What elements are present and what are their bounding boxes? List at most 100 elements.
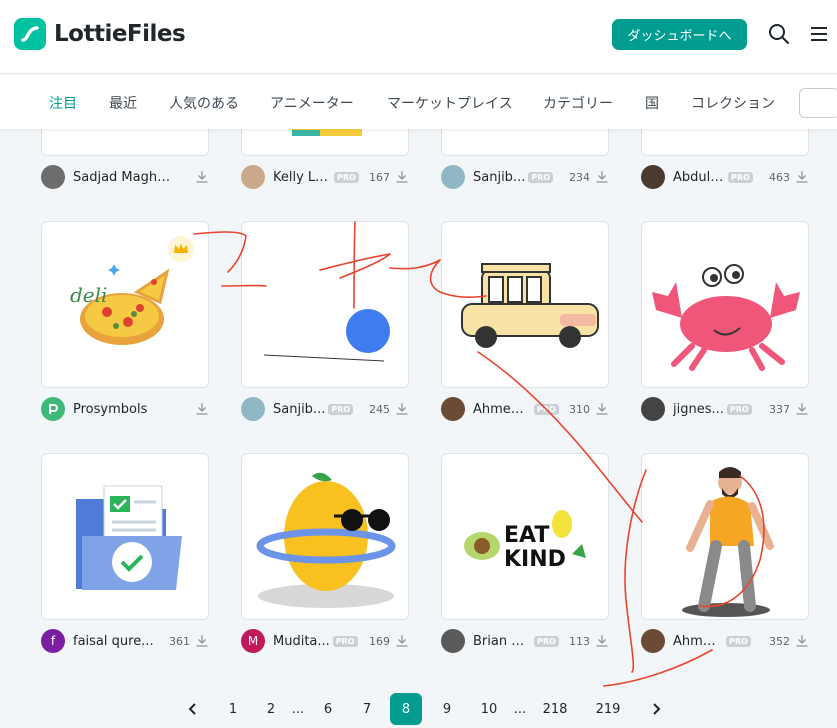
download-icon[interactable] <box>795 402 809 416</box>
download-count: 113 <box>569 634 590 648</box>
pro-badge: PRO <box>528 171 554 183</box>
avatar[interactable] <box>441 629 465 653</box>
tab-search-field[interactable] <box>799 88 837 118</box>
author-name[interactable]: Prosymbols <box>73 402 147 417</box>
page-link[interactable]: 219 <box>592 693 624 725</box>
tab-animators[interactable]: アニメーター <box>270 93 354 113</box>
card-meta: Kelly Lo... PRO 167 <box>241 164 409 190</box>
avatar[interactable] <box>641 397 665 421</box>
avatar[interactable] <box>641 629 665 653</box>
card-meta: Sadjad Maghs... <box>41 164 209 190</box>
animation-card[interactable] <box>441 221 609 388</box>
avatar[interactable] <box>41 397 65 421</box>
avatar[interactable] <box>641 165 665 189</box>
crab-illustration <box>652 264 800 371</box>
author-name[interactable]: Brian K... <box>473 634 531 649</box>
download-icon[interactable] <box>595 402 609 416</box>
lottiefiles-logo[interactable]: LottieFiles <box>14 18 186 50</box>
tab-countries[interactable]: 国 <box>645 93 659 113</box>
eat-kind-illustration: EAT KIND <box>464 510 586 572</box>
download-icon[interactable] <box>395 402 409 416</box>
download-icon[interactable] <box>395 170 409 184</box>
pro-badge: PRO <box>726 635 751 647</box>
download-count: 463 <box>769 170 790 184</box>
hamburger-menu-icon[interactable] <box>807 22 831 46</box>
tab-popular[interactable]: 人気のある <box>169 93 239 113</box>
download-count: 352 <box>769 634 790 648</box>
author-name[interactable]: Abdul ... <box>673 170 725 185</box>
download-icon[interactable] <box>595 634 609 648</box>
download-icon[interactable] <box>195 402 209 416</box>
avatar[interactable] <box>441 397 465 421</box>
previous-page-icon[interactable] <box>177 693 209 725</box>
download-count: 245 <box>369 402 390 416</box>
tab-categories[interactable]: カテゴリー <box>543 93 613 113</box>
pro-badge: PRO <box>534 635 559 647</box>
author-name[interactable]: Sanjib... <box>473 170 525 185</box>
page-link[interactable]: 7 <box>351 693 383 725</box>
avatar[interactable] <box>241 165 265 189</box>
logo-text: LottieFiles <box>54 21 186 47</box>
page-link[interactable]: 10 <box>473 693 505 725</box>
download-count: 234 <box>569 170 590 184</box>
page-link[interactable]: 1 <box>217 693 249 725</box>
animation-card[interactable] <box>241 221 409 388</box>
download-icon[interactable] <box>395 634 409 648</box>
animation-card[interactable] <box>41 453 209 620</box>
animation-card[interactable] <box>241 453 409 620</box>
download-count: 337 <box>769 402 790 416</box>
category-tabs: 注目 最近 人気のある アニメーター マーケットプレイス カテゴリー 国 コレク… <box>0 75 837 129</box>
author-name[interactable]: jignes... <box>673 402 724 417</box>
card-meta: jignes... PRO 337 <box>641 396 809 422</box>
card-meta: Sanjib... PRO 234 <box>441 164 609 190</box>
card-meta: Brian K... PRO 113 <box>441 628 609 654</box>
tab-collections[interactable]: コレクション <box>691 93 775 113</box>
author-name[interactable]: Sanjib... <box>273 402 325 417</box>
page-link[interactable]: 9 <box>431 693 463 725</box>
author-name[interactable]: Mudita... <box>273 634 330 649</box>
page-link[interactable]: 6 <box>312 693 344 725</box>
tab-recent[interactable]: 最近 <box>109 93 137 113</box>
card-meta: Prosymbols <box>41 396 209 422</box>
author-name[interactable]: Sadjad Maghs... <box>73 170 175 185</box>
card-meta: Abdul ... PRO 463 <box>641 164 809 190</box>
taxi-car-illustration <box>461 263 599 348</box>
page-link[interactable]: 2 <box>255 693 287 725</box>
author-name[interactable]: Kelly Lo... <box>273 170 331 185</box>
download-icon[interactable] <box>595 170 609 184</box>
avatar[interactable] <box>41 165 65 189</box>
deli-text: deli <box>70 283 107 307</box>
kind-text: KIND <box>504 547 566 572</box>
download-icon[interactable] <box>195 634 209 648</box>
tab-featured[interactable]: 注目 <box>49 93 77 113</box>
pro-badge: PRO <box>728 171 753 183</box>
search-icon[interactable] <box>767 22 791 46</box>
animation-card[interactable]: EAT KIND <box>441 453 609 620</box>
animation-card[interactable] <box>641 221 809 388</box>
animation-card[interactable] <box>641 453 809 620</box>
next-page-icon[interactable] <box>640 693 672 725</box>
tab-marketplace[interactable]: マーケットプレイス <box>387 93 513 113</box>
avatar[interactable] <box>441 165 465 189</box>
download-count: 169 <box>369 634 390 648</box>
card-meta: Ahme... PRO 352 <box>641 628 809 654</box>
avatar[interactable]: f <box>41 629 65 653</box>
eat-text: EAT <box>504 523 549 548</box>
download-icon[interactable] <box>795 634 809 648</box>
page-link-current[interactable]: 8 <box>390 693 422 725</box>
lottie-logo-icon <box>14 18 46 50</box>
pro-badge: PRO <box>328 403 354 415</box>
card-meta: M Mudita... PRO 169 <box>241 628 409 654</box>
author-name[interactable]: Ahmed... <box>473 402 531 417</box>
pro-badge: PRO <box>332 635 358 647</box>
dashboard-button[interactable]: ダッシュボードへ <box>612 19 747 50</box>
author-name[interactable]: faisal qure... <box>73 634 154 649</box>
download-icon[interactable] <box>795 170 809 184</box>
download-icon[interactable] <box>195 170 209 184</box>
page-link[interactable]: 218 <box>539 693 571 725</box>
animation-card[interactable]: deli <box>41 221 209 388</box>
author-name[interactable]: Ahme... <box>673 634 723 649</box>
page-ellipsis: ... <box>291 701 305 717</box>
avatar[interactable]: M <box>241 629 265 653</box>
avatar[interactable] <box>241 397 265 421</box>
